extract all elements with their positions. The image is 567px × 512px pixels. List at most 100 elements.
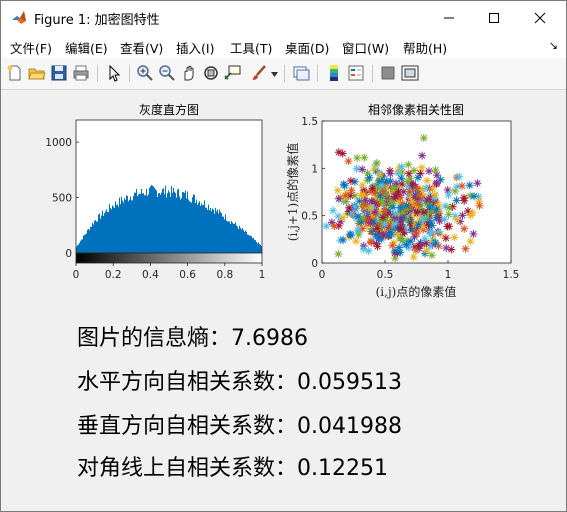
title-bar[interactable]: Figure 1: 加密图特性 xyxy=(1,1,566,34)
menu-window[interactable]: 窗口(W) xyxy=(342,38,389,57)
zoom-in-icon[interactable] xyxy=(136,64,154,82)
pointer-icon[interactable] xyxy=(105,64,123,82)
histogram-y-tick-label: 500 xyxy=(52,193,72,205)
scatter-y-tick-label: 1.5 xyxy=(301,116,318,128)
brush-icon[interactable] xyxy=(250,64,268,82)
scatter-point xyxy=(358,224,367,233)
histogram-x-tick-label: 0.6 xyxy=(179,269,196,281)
rotate-3d-icon[interactable] xyxy=(202,64,220,82)
scatter-point xyxy=(452,215,461,224)
scatter-point xyxy=(422,246,431,255)
scatter-point xyxy=(426,229,435,238)
scatter-point xyxy=(447,245,456,254)
scatter-point xyxy=(414,200,423,209)
scatter-y-tick-label: 1 xyxy=(311,163,318,175)
scatter-point xyxy=(415,191,424,200)
minimize-button[interactable] xyxy=(426,1,472,34)
scatter-point xyxy=(380,220,389,229)
scatter-point xyxy=(427,218,435,226)
menu-desktop[interactable]: 桌面(D) xyxy=(285,38,329,57)
close-button[interactable] xyxy=(517,1,563,34)
scatter-point xyxy=(404,160,413,169)
open-icon[interactable] xyxy=(28,64,46,82)
scatter-point xyxy=(354,230,363,239)
scatter-point xyxy=(346,231,355,240)
scatter-point xyxy=(409,253,418,262)
scatter-point xyxy=(475,201,484,210)
histogram-x-tick-label: 0.8 xyxy=(216,269,233,281)
menu-edit[interactable]: 编辑(E) xyxy=(65,38,108,57)
link-plot-icon[interactable] xyxy=(292,64,310,82)
scatter-point xyxy=(338,149,347,158)
menu-help[interactable]: 帮助(H) xyxy=(403,38,447,57)
scatter-point xyxy=(387,199,396,207)
save-icon[interactable] xyxy=(50,64,68,82)
scatter-axes: 相邻像素相关性图 0 0.5 1 1.5 0 0.5 1 1.5 (i,j)点的像素值 (i,… xyxy=(285,103,519,299)
scatter-title: 相邻像素相关性图 xyxy=(368,103,464,117)
vertical-corr-text: 垂直方向自相关系数：0.041988 xyxy=(77,414,402,439)
scatter-point xyxy=(425,167,433,176)
scatter-point xyxy=(396,215,405,224)
minimize-icon xyxy=(444,17,454,18)
scatter-point xyxy=(427,251,436,260)
diagonal-corr-text: 对角线上自相关系数：0.12251 xyxy=(77,456,388,481)
histogram-y-tick-label: 1000 xyxy=(45,137,72,149)
scatter-point xyxy=(460,224,469,233)
colorbar-icon[interactable] xyxy=(325,64,343,82)
scatter-point xyxy=(334,250,343,258)
histogram-axes: 灰度直方图 0 500 1000 0 0.2 0.4 0.6 0.8 1 xyxy=(45,102,265,281)
histogram-x-tick-label: 0 xyxy=(73,269,80,281)
histogram-y-tick-label: 0 xyxy=(65,248,72,260)
scatter-point xyxy=(402,240,411,249)
scatter-y-tick-label: 0 xyxy=(311,258,318,270)
data-cursor-icon[interactable] xyxy=(224,64,242,82)
scatter-x-tick-label: 1.5 xyxy=(503,269,520,281)
scatter-point xyxy=(396,224,404,233)
toolbar xyxy=(1,58,566,90)
hide-plot-tools-icon[interactable] xyxy=(379,64,397,82)
toolbar-separator xyxy=(317,65,318,82)
scatter-point xyxy=(430,190,439,199)
scatter-point xyxy=(386,169,395,178)
scatter-point xyxy=(353,154,362,162)
menu-insert[interactable]: 插入(I) xyxy=(176,38,214,57)
toolbar-separator xyxy=(372,65,373,82)
histogram-y-ticks: 0 500 1000 xyxy=(45,137,79,260)
scatter-point xyxy=(413,184,421,193)
scatter-point xyxy=(444,191,453,199)
menu-overflow-arrow-icon[interactable]: ↘ xyxy=(549,39,558,52)
new-figure-icon[interactable] xyxy=(6,64,24,82)
menu-tools[interactable]: 工具(T) xyxy=(230,38,272,57)
scatter-point xyxy=(376,170,385,179)
show-plot-tools-icon[interactable] xyxy=(401,64,419,82)
toolbar-separator xyxy=(129,65,130,82)
scatter-x-tick-label: 0.5 xyxy=(377,269,394,281)
entropy-text: 图片的信息熵：7.6986 xyxy=(77,326,308,351)
close-icon xyxy=(534,12,546,23)
brush-dropdown-icon[interactable] xyxy=(271,72,278,77)
plots-area: 灰度直方图 0 500 1000 0 0.2 0.4 0.6 0.8 1 相邻像素相关性图 xyxy=(45,102,519,299)
figure-canvas: 灰度直方图 0 500 1000 0 0.2 0.4 0.6 0.8 1 相邻像素相关性图 xyxy=(1,90,566,511)
histogram-x-tick-label: 0.2 xyxy=(105,269,122,281)
scatter-point xyxy=(432,171,441,180)
zoom-out-icon[interactable] xyxy=(158,64,176,82)
scatter-point xyxy=(411,228,420,237)
print-icon[interactable] xyxy=(72,64,90,82)
legend-icon[interactable] xyxy=(347,64,365,82)
toolbar-separator xyxy=(284,65,285,82)
menu-file[interactable]: 文件(F) xyxy=(10,38,52,57)
scatter-point xyxy=(358,165,367,174)
scatter-point xyxy=(386,228,395,237)
scatter-point xyxy=(428,185,437,193)
scatter-point xyxy=(461,244,470,253)
scatter-point xyxy=(359,190,368,199)
figure-window: Figure 1: 加密图特性 文件(F) 编辑(E) 查看(V) 插入(I) … xyxy=(0,0,567,512)
scatter-point xyxy=(458,182,467,190)
window-title: Figure 1: 加密图特性 xyxy=(34,13,160,28)
maximize-button[interactable] xyxy=(471,1,517,34)
scatter-x-tick-label: 0 xyxy=(319,269,326,281)
scatter-point xyxy=(340,181,349,190)
menu-view[interactable]: 查看(V) xyxy=(120,38,163,57)
scatter-point xyxy=(435,217,444,225)
pan-icon[interactable] xyxy=(180,64,198,82)
